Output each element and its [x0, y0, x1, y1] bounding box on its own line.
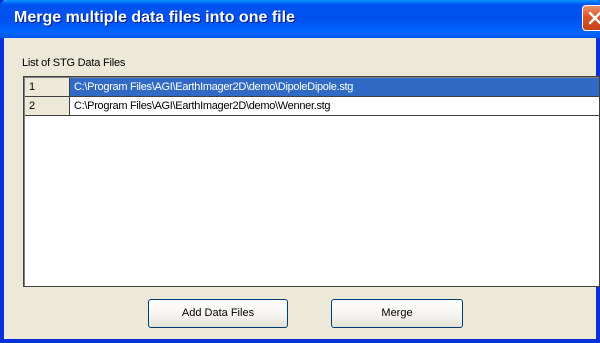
window-title: Merge multiple data files into one file — [14, 9, 295, 26]
add-data-files-button[interactable]: Add Data Files — [148, 299, 288, 328]
file-path-cell[interactable]: C:\Program Files\AGI\EarthImager2D\demo\… — [70, 97, 599, 116]
table-row[interactable]: 2 C:\Program Files\AGI\EarthImager2D\dem… — [25, 97, 600, 116]
row-number[interactable]: 2 — [25, 97, 70, 116]
close-button[interactable] — [582, 5, 600, 31]
row-number[interactable]: 1 — [25, 78, 70, 97]
file-path-cell[interactable]: C:\Program Files\AGI\EarthImager2D\demo\… — [70, 78, 599, 97]
file-list-label: List of STG Data Files — [22, 57, 126, 69]
merge-dialog-window: Merge multiple data files into one file … — [0, 0, 600, 343]
close-x-icon — [588, 11, 600, 25]
title-bar[interactable]: Merge multiple data files into one file — [0, 0, 600, 38]
table-row[interactable]: 1 C:\Program Files\AGI\EarthImager2D\dem… — [25, 78, 600, 97]
file-list-grid[interactable]: 1 C:\Program Files\AGI\EarthImager2D\dem… — [23, 76, 600, 287]
merge-button[interactable]: Merge — [331, 299, 463, 328]
